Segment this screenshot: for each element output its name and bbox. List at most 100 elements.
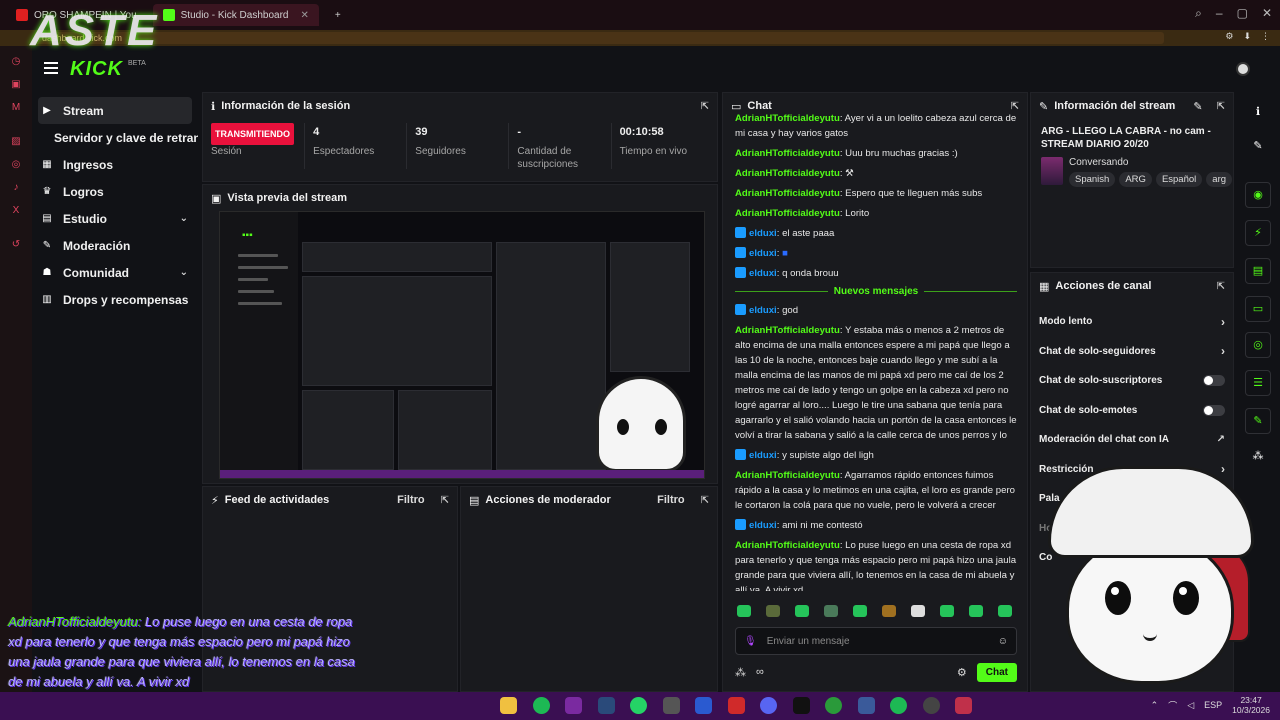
sidebar-item-drops[interactable]: ▥ Drops y recompensas xyxy=(32,286,198,313)
download-icon[interactable]: ⬇ xyxy=(1243,31,1251,42)
twitch-icon[interactable]: ▨ xyxy=(9,135,23,149)
emote-icon[interactable] xyxy=(795,605,809,617)
queue-icon[interactable]: ☰ xyxy=(1245,370,1271,396)
chat-username[interactable]: AdrianHTofficialdeyutu xyxy=(735,113,840,124)
emote-icon[interactable] xyxy=(911,605,925,617)
taskbar-clock[interactable]: 23:47 10/3/2026 xyxy=(1232,695,1270,715)
chat-username[interactable]: AdrianHTofficialdeyutu xyxy=(735,325,840,336)
filter-button[interactable]: Filtro xyxy=(397,494,425,506)
tag[interactable]: ARG xyxy=(1119,172,1152,187)
chevron-down-icon[interactable]: ⌄ xyxy=(180,213,188,224)
whatsapp-icon[interactable] xyxy=(630,697,647,714)
discord-icon[interactable] xyxy=(760,697,777,714)
tiktok-icon[interactable]: ♪ xyxy=(9,181,23,195)
game-icon[interactable] xyxy=(727,697,745,714)
emote-icon[interactable] xyxy=(940,605,954,617)
url-field[interactable]: dashboard.kick.com xyxy=(34,32,1164,44)
points-icon[interactable]: ⁂ xyxy=(735,666,746,679)
sidebar-item-ingresos[interactable]: ▦ Ingresos xyxy=(32,151,198,178)
emote-icon[interactable] xyxy=(969,605,983,617)
instagram-icon[interactable]: ◎ xyxy=(9,158,23,172)
broadcast-icon[interactable]: ◎ xyxy=(1245,332,1271,358)
emote-icon[interactable] xyxy=(853,605,867,617)
bolt-icon[interactable]: ⚡ xyxy=(1245,220,1271,246)
chat-username[interactable]: elduxi xyxy=(749,228,777,239)
stream-preview-video[interactable]: ▪▪▪ xyxy=(219,211,705,479)
extension-icon[interactable]: ⚙ xyxy=(1225,31,1233,42)
info-icon[interactable]: ℹ xyxy=(1245,100,1271,126)
category-thumbnail[interactable] xyxy=(1041,157,1063,185)
chat-username[interactable]: elduxi xyxy=(749,248,777,259)
tag[interactable]: Español xyxy=(1155,172,1203,187)
browser-icon[interactable] xyxy=(565,697,582,714)
close-window-icon[interactable]: ✕ xyxy=(1262,6,1272,21)
emote-icon[interactable] xyxy=(882,605,896,617)
menu-icon[interactable]: ⋮ xyxy=(1261,31,1270,42)
minimize-icon[interactable]: – xyxy=(1216,6,1223,21)
bookmark-icon[interactable]: ▣ xyxy=(9,78,23,92)
emoji-icon[interactable]: ☺ xyxy=(998,636,1008,647)
emotes-only-toggle[interactable] xyxy=(1203,404,1225,416)
x-icon[interactable]: X xyxy=(9,204,23,218)
capcut-icon[interactable] xyxy=(792,697,810,714)
emote-icon[interactable] xyxy=(766,605,780,617)
edit-icon[interactable]: ✎ xyxy=(1245,134,1271,160)
tag[interactable]: arg xyxy=(1206,172,1233,187)
subscribers-only-toggle[interactable] xyxy=(1203,375,1225,387)
popout-icon[interactable]: ⇱ xyxy=(701,495,709,506)
popout-icon[interactable]: ⇱ xyxy=(1011,101,1019,112)
extensions-icon[interactable]: ↺ xyxy=(9,238,23,252)
maximize-icon[interactable]: ▢ xyxy=(1237,6,1248,21)
chat-username[interactable]: AdrianHTofficialdeyutu xyxy=(735,148,840,159)
emote-icon[interactable] xyxy=(998,605,1012,617)
action-ai-moderation[interactable]: Moderación del chat con IA ↗ xyxy=(1031,425,1233,455)
close-tab-icon[interactable]: ✕ xyxy=(300,10,308,21)
app-icon[interactable] xyxy=(955,697,972,714)
app-icon[interactable] xyxy=(825,697,842,714)
chat-username[interactable]: elduxi xyxy=(749,268,777,279)
sidebar-item-logros[interactable]: ♛ Logros xyxy=(32,178,198,205)
chat-messages[interactable]: AdrianHTofficialdeyutu: Ayer vi a un loe… xyxy=(735,111,1017,591)
sidebar-item-stream[interactable]: ▶ Stream xyxy=(38,97,192,124)
emote-icon[interactable] xyxy=(824,605,838,617)
document-icon[interactable]: ▤ xyxy=(1245,258,1271,284)
chat-username[interactable]: AdrianHTofficialdeyutu xyxy=(735,168,840,179)
edit-icon[interactable]: ✎ xyxy=(1193,100,1202,113)
network-icon[interactable]: ⌒ xyxy=(1168,699,1177,712)
obs-icon[interactable] xyxy=(922,697,940,714)
chevron-up-icon[interactable]: ⌃ xyxy=(1151,700,1159,711)
popout-icon[interactable]: ⇱ xyxy=(441,495,449,506)
store-icon[interactable] xyxy=(695,697,712,714)
sidebar-item-server-key[interactable]: Servidor y clave de retransmisión xyxy=(32,124,198,151)
kick-logo[interactable]: KICK xyxy=(70,58,123,81)
chat-bubble-icon[interactable]: ▭ xyxy=(1245,296,1271,322)
sidebar-item-comunidad[interactable]: ☗ Comunidad ⌄ xyxy=(32,259,198,286)
chevron-down-icon[interactable]: ⌄ xyxy=(180,267,188,278)
mail-icon[interactable]: M xyxy=(9,101,23,115)
new-tab-button[interactable]: + xyxy=(325,4,351,26)
category-name[interactable]: Conversando xyxy=(1069,157,1232,168)
menu-icon[interactable] xyxy=(44,62,58,74)
file-explorer-icon[interactable] xyxy=(500,697,517,714)
settings-icon[interactable]: ⚙ xyxy=(957,666,967,679)
chat-username[interactable]: elduxi xyxy=(749,305,777,316)
tag[interactable]: Spanish xyxy=(1069,172,1116,187)
xbox-icon[interactable] xyxy=(890,697,907,714)
filter-button[interactable]: Filtro xyxy=(657,494,685,506)
chat-username[interactable]: elduxi xyxy=(749,520,777,531)
camera-icon[interactable]: ◉ xyxy=(1245,182,1271,208)
avatar[interactable] xyxy=(1236,62,1250,76)
settings-icon[interactable] xyxy=(662,697,680,714)
spotify-icon[interactable] xyxy=(532,697,550,714)
popout-icon[interactable]: ⇱ xyxy=(1217,101,1225,112)
sidebar-item-moderacion[interactable]: ✎ Moderación xyxy=(32,232,198,259)
chat-username[interactable]: elduxi xyxy=(749,450,777,461)
send-chat-button[interactable]: Chat xyxy=(976,662,1017,682)
new-messages-divider[interactable]: Nuevos mensajes xyxy=(735,286,1017,297)
action-slow-mode[interactable]: Modo lento › xyxy=(1031,307,1233,337)
emote-icon[interactable] xyxy=(737,605,751,617)
chat-username[interactable]: AdrianHTofficialdeyutu xyxy=(735,188,840,199)
editor-icon[interactable] xyxy=(857,697,875,714)
search-icon[interactable]: ⌕ xyxy=(1195,6,1202,21)
microphone-icon[interactable]: 🎙 xyxy=(744,636,757,647)
